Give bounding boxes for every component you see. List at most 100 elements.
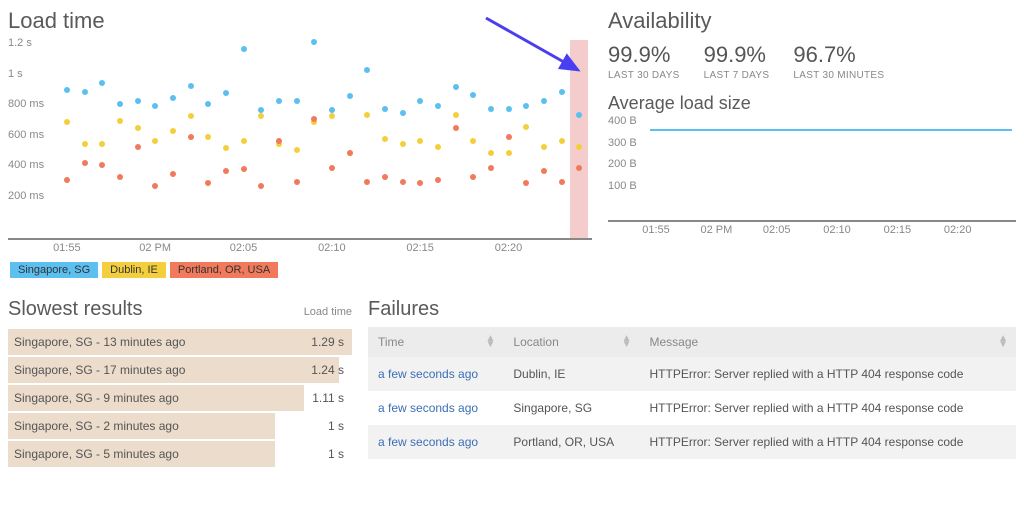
load-size-x-axis: 01:5502 PM02:0502:1002:1502:20: [650, 222, 1012, 240]
x-tick: 02 PM: [700, 224, 732, 236]
data-point: [258, 183, 264, 189]
load-time-panel: Load time 200 ms400 ms600 ms800 ms1 s1.2…: [0, 0, 600, 290]
failure-message: HTTPError: Server replied with a HTTP 40…: [640, 391, 1017, 425]
data-point: [523, 180, 529, 186]
data-point: [541, 168, 547, 174]
data-point: [99, 80, 105, 86]
availability-metrics: 99.9%LAST 30 DAYS99.9%LAST 7 DAYS96.7%LA…: [608, 42, 1016, 81]
data-point: [82, 160, 88, 166]
data-point: [117, 174, 123, 180]
data-point: [470, 138, 476, 144]
y-tick: 600 ms: [8, 129, 44, 141]
failure-location: Singapore, SG: [503, 391, 639, 425]
table-row: a few seconds ago Dublin, IEHTTPError: Se…: [368, 357, 1016, 391]
data-point: [364, 67, 370, 73]
data-point: [523, 103, 529, 109]
load-time-x-axis: 01:5502 PM02:0502:1002:1502:20: [58, 240, 588, 258]
data-point: [117, 101, 123, 107]
failure-location: Portland, OR, USA: [503, 425, 639, 459]
slowest-time: 1.29 s: [311, 335, 352, 349]
data-point: [188, 134, 194, 140]
data-point: [382, 174, 388, 180]
data-point: [329, 113, 335, 119]
slowest-time: 1 s: [328, 419, 352, 433]
data-point: [435, 103, 441, 109]
x-tick: 02:05: [763, 224, 791, 236]
slowest-label: Singapore, SG - 2 minutes ago: [8, 419, 328, 433]
load-size-plot: [650, 122, 1012, 220]
data-point: [135, 125, 141, 131]
x-tick: 02:20: [944, 224, 972, 236]
y-tick: 400 ms: [8, 159, 44, 171]
x-tick: 02:15: [884, 224, 912, 236]
data-point: [241, 138, 247, 144]
x-tick: 01:55: [53, 242, 81, 254]
failure-band: [570, 40, 588, 238]
data-point: [417, 138, 423, 144]
slowest-results-panel: Slowest results Load time Singapore, SG …: [0, 290, 360, 511]
data-point: [417, 98, 423, 104]
slowest-row[interactable]: Singapore, SG - 2 minutes ago1 s: [8, 413, 352, 439]
data-point: [417, 180, 423, 186]
slowest-rows: Singapore, SG - 13 minutes ago1.29 sSing…: [8, 329, 352, 467]
failures-column-header[interactable]: Time▲▼: [368, 327, 503, 357]
sort-icon: ▲▼: [998, 336, 1008, 348]
sort-icon: ▲▼: [622, 336, 632, 348]
y-tick: 1 s: [8, 68, 23, 80]
data-point: [400, 110, 406, 116]
failures-column-header[interactable]: Location▲▼: [503, 327, 639, 357]
slowest-row[interactable]: Singapore, SG - 17 minutes ago1.24 s: [8, 357, 352, 383]
x-tick: 02:10: [318, 242, 346, 254]
data-point: [152, 103, 158, 109]
data-point: [311, 39, 317, 45]
load-time-y-axis: 200 ms400 ms600 ms800 ms1 s1.2 s: [8, 40, 54, 238]
data-point: [470, 92, 476, 98]
data-point: [152, 138, 158, 144]
failure-message: HTTPError: Server replied with a HTTP 40…: [640, 357, 1017, 391]
table-row: a few seconds ago Singapore, SGHTTPError:…: [368, 391, 1016, 425]
slowest-row[interactable]: Singapore, SG - 9 minutes ago1.11 s: [8, 385, 352, 411]
data-point: [576, 112, 582, 118]
y-tick: 200 B: [608, 158, 637, 170]
slowest-row[interactable]: Singapore, SG - 5 minutes ago1 s: [8, 441, 352, 467]
legend-item[interactable]: Dublin, IE: [102, 262, 166, 278]
data-point: [311, 116, 317, 122]
data-point: [258, 113, 264, 119]
data-point: [400, 141, 406, 147]
data-point: [99, 162, 105, 168]
failure-location: Dublin, IE: [503, 357, 639, 391]
failure-message: HTTPError: Server replied with a HTTP 40…: [640, 425, 1017, 459]
sort-icon: ▲▼: [485, 336, 495, 348]
data-point: [523, 124, 529, 130]
data-point: [364, 179, 370, 185]
table-row: a few seconds ago Portland, OR, USAHTTPEr…: [368, 425, 1016, 459]
y-tick: 1.2 s: [8, 37, 32, 49]
slowest-label: Singapore, SG - 9 minutes ago: [8, 391, 312, 405]
data-point: [576, 165, 582, 171]
legend-item[interactable]: Portland, OR, USA: [170, 262, 278, 278]
failures-title: Failures: [368, 298, 1016, 321]
data-point: [64, 119, 70, 125]
slowest-label: Singapore, SG - 13 minutes ago: [8, 335, 311, 349]
data-point: [135, 98, 141, 104]
data-point: [276, 98, 282, 104]
data-point: [170, 95, 176, 101]
data-point: [82, 141, 88, 147]
availability-value: 99.9%: [608, 42, 680, 68]
data-point: [488, 106, 494, 112]
failure-time-link[interactable]: a few seconds ago: [378, 401, 478, 415]
failures-column-header[interactable]: Message▲▼: [640, 327, 1017, 357]
data-point: [205, 180, 211, 186]
data-point: [347, 150, 353, 156]
data-point: [117, 118, 123, 124]
data-point: [488, 165, 494, 171]
slowest-label: Singapore, SG - 5 minutes ago: [8, 447, 328, 461]
slowest-row[interactable]: Singapore, SG - 13 minutes ago1.29 s: [8, 329, 352, 355]
legend-item[interactable]: Singapore, SG: [10, 262, 98, 278]
data-point: [506, 150, 512, 156]
data-point: [453, 112, 459, 118]
failure-time-link[interactable]: a few seconds ago: [378, 367, 478, 381]
data-point: [559, 138, 565, 144]
failure-time-link[interactable]: a few seconds ago: [378, 435, 478, 449]
data-point: [576, 144, 582, 150]
